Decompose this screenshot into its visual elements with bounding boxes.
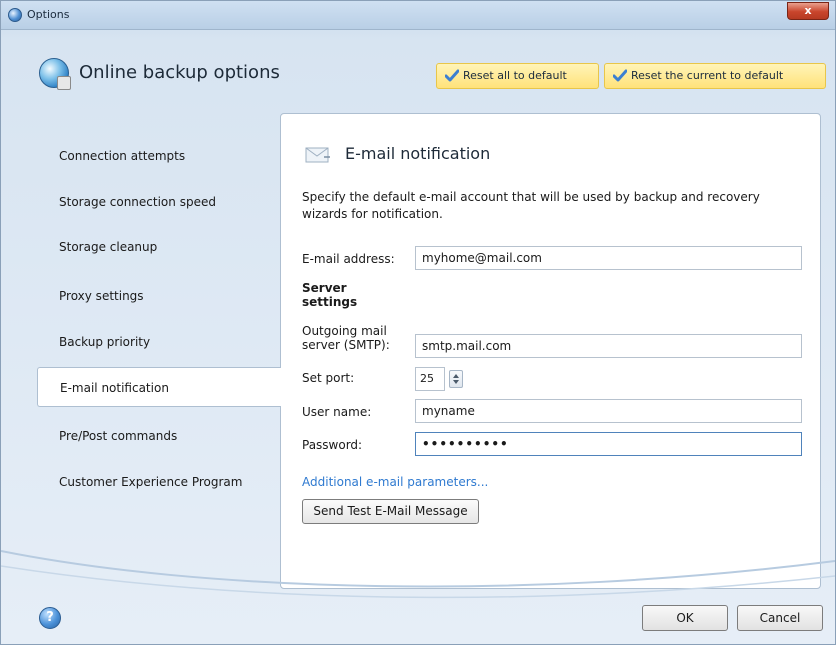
options-window: Options x Online backup options Reset al… (0, 0, 836, 645)
panel-description: Specify the default e-mail account that … (302, 190, 760, 221)
header: Online backup options Reset all to defau… (1, 30, 835, 90)
sidebar-item-connection-attempts[interactable]: Connection attempts (37, 136, 281, 176)
sidebar-item-label: Storage connection speed (59, 195, 216, 209)
dialog-title: Online backup options (79, 62, 280, 83)
window-title: Options (27, 8, 70, 21)
port-spinner[interactable] (449, 370, 463, 388)
additional-email-parameters-link[interactable]: Additional e-mail parameters... (302, 475, 488, 489)
sidebar-item-backup-priority[interactable]: Backup priority (37, 322, 281, 362)
sidebar-item-pre-post-commands[interactable]: Pre/Post commands (37, 416, 281, 456)
checkmark-icon (613, 69, 627, 82)
sidebar-item-email-notification[interactable]: E-mail notification (37, 367, 281, 407)
sidebar-item-storage-connection-speed[interactable]: Storage connection speed (37, 182, 281, 222)
smtp-server-field[interactable]: smtp.mail.com (415, 334, 802, 358)
sidebar-item-storage-cleanup[interactable]: Storage cleanup (37, 227, 281, 267)
app-icon (8, 8, 22, 22)
username-field[interactable]: myname (415, 399, 802, 423)
sidebar-item-label: Connection attempts (59, 149, 186, 163)
reset-all-button[interactable]: Reset all to default (436, 63, 599, 89)
password-field[interactable]: •••••••••• (415, 432, 802, 456)
sidebar-item-label: E-mail notification (60, 381, 169, 395)
email-notification-panel: E-mail notification Specify the default … (280, 113, 821, 589)
sidebar-item-label: Backup priority (59, 335, 151, 349)
cancel-button[interactable]: Cancel (737, 605, 823, 631)
title-bar[interactable]: Options x (1, 1, 835, 30)
ok-button[interactable]: OK (642, 605, 728, 631)
envelope-icon (305, 147, 330, 163)
reset-all-label: Reset all to default (463, 69, 567, 82)
send-test-email-button[interactable]: Send Test E-Mail Message (302, 499, 479, 524)
sidebar-item-proxy-settings[interactable]: Proxy settings (37, 276, 281, 316)
sidebar-item-label: Customer Experience Program (59, 475, 243, 489)
globe-backup-icon (39, 58, 71, 90)
sidebar-item-label: Pre/Post commands (59, 429, 178, 443)
close-button[interactable]: x (787, 2, 829, 20)
server-settings-label: Server settings (302, 281, 358, 309)
password-label: Password: (302, 438, 363, 452)
smtp-label-line2: server (SMTP): (302, 338, 390, 352)
port-label: Set port: (302, 371, 355, 385)
sidebar-item-label: Storage cleanup (59, 240, 158, 254)
email-address-field[interactable]: myhome@mail.com (415, 246, 802, 270)
sidebar-item-customer-experience-program[interactable]: Customer Experience Program (37, 462, 281, 502)
port-field[interactable]: 25 (415, 367, 445, 391)
help-icon[interactable]: ? (39, 607, 61, 629)
smtp-label-line1: Outgoing mail (302, 324, 387, 338)
username-label: User name: (302, 405, 372, 419)
email-address-label: E-mail address: (302, 252, 395, 266)
panel-title: E-mail notification (345, 144, 491, 163)
reset-current-label: Reset the current to default (631, 69, 784, 82)
sidebar-item-label: Proxy settings (59, 289, 144, 303)
reset-current-button[interactable]: Reset the current to default (604, 63, 826, 89)
checkmark-icon (445, 69, 459, 82)
